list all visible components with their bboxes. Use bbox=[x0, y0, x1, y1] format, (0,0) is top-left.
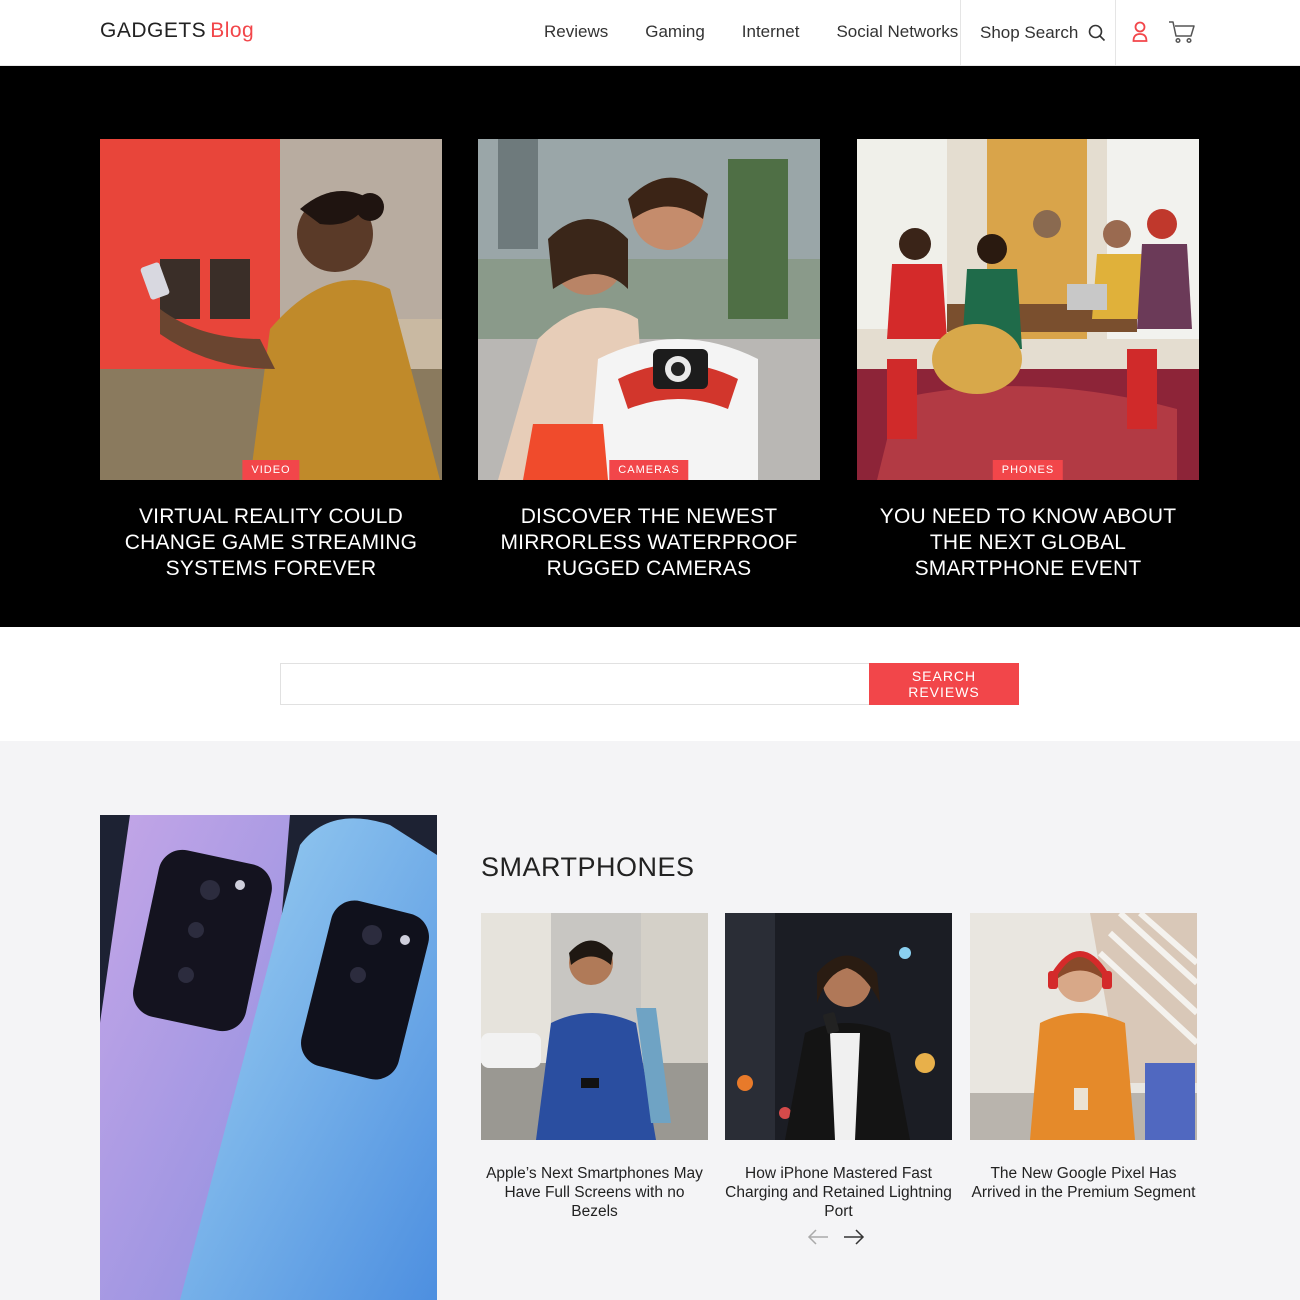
nav-item-internet[interactable]: Internet bbox=[742, 22, 800, 42]
article-card[interactable]: The New Google Pixel Has Arrived in the … bbox=[970, 913, 1197, 1202]
search-icon bbox=[1088, 24, 1106, 42]
article-card[interactable]: How iPhone Mastered Fast Charging and Re… bbox=[725, 913, 952, 1221]
category-badge[interactable]: Video bbox=[242, 460, 300, 480]
featured-hero: Video Virtual Reality Could Change Game … bbox=[0, 66, 1300, 627]
logo-accent: Blog bbox=[210, 19, 255, 42]
category-badge[interactable]: Cameras bbox=[609, 460, 689, 480]
arrow-left-icon[interactable] bbox=[807, 1228, 829, 1246]
smartphones-section: SMARTPHONES Apple’s Next Smartphones May… bbox=[0, 741, 1300, 1300]
featured-card-image-team-meeting[interactable]: Phones bbox=[857, 139, 1199, 480]
site-logo[interactable]: GADGETS Blog bbox=[100, 19, 254, 43]
article-image-man-phone[interactable] bbox=[481, 913, 708, 1140]
arrow-right-icon[interactable] bbox=[843, 1228, 865, 1246]
logo-main: GADGETS bbox=[100, 19, 207, 42]
shop-search-button[interactable]: Shop Search bbox=[960, 0, 1116, 66]
nav-item-reviews[interactable]: Reviews bbox=[544, 22, 608, 42]
nav-item-gaming[interactable]: Gaming bbox=[645, 22, 705, 42]
shop-search-label: Shop Search bbox=[980, 23, 1079, 42]
featured-card-title[interactable]: Virtual Reality Could Change Game Stream… bbox=[100, 504, 442, 582]
search-reviews-button[interactable]: Search Reviews bbox=[869, 663, 1019, 705]
review-search-input[interactable] bbox=[280, 663, 869, 705]
featured-card-title[interactable]: You Need to Know About the Next Global S… bbox=[857, 504, 1199, 582]
featured-card[interactable]: Phones You Need to Know About the Next G… bbox=[857, 139, 1199, 582]
featured-card-image-couple-camera[interactable]: Cameras bbox=[478, 139, 820, 480]
featured-card[interactable]: Cameras Discover the Newest Mirrorless W… bbox=[478, 139, 820, 582]
article-title[interactable]: How iPhone Mastered Fast Charging and Re… bbox=[725, 1164, 952, 1221]
site-header: GADGETS Blog Reviews Gaming Internet Soci… bbox=[0, 0, 1300, 66]
article-image-woman-night[interactable] bbox=[725, 913, 952, 1140]
user-icon[interactable] bbox=[1132, 21, 1148, 43]
cart-icon[interactable] bbox=[1168, 20, 1196, 44]
smartphones-feature-image bbox=[100, 815, 437, 1300]
section-title: SMARTPHONES bbox=[481, 852, 695, 882]
header-icons bbox=[1132, 20, 1196, 44]
featured-card-title[interactable]: Discover the Newest Mirrorless Waterproo… bbox=[478, 504, 820, 582]
article-card[interactable]: Apple’s Next Smartphones May Have Full S… bbox=[481, 913, 708, 1221]
review-search-bar: Search Reviews bbox=[280, 663, 1019, 705]
article-title[interactable]: The New Google Pixel Has Arrived in the … bbox=[970, 1164, 1197, 1202]
category-badge[interactable]: Phones bbox=[992, 460, 1064, 480]
main-nav: Reviews Gaming Internet Social Networks bbox=[544, 22, 995, 42]
featured-card-image-woman-phone[interactable]: Video bbox=[100, 139, 442, 480]
article-title[interactable]: Apple’s Next Smartphones May Have Full S… bbox=[481, 1164, 708, 1221]
nav-item-social-networks[interactable]: Social Networks bbox=[836, 22, 958, 42]
article-image-woman-headphones[interactable] bbox=[970, 913, 1197, 1140]
featured-card[interactable]: Video Virtual Reality Could Change Game … bbox=[100, 139, 442, 582]
carousel-arrows bbox=[807, 1228, 865, 1246]
